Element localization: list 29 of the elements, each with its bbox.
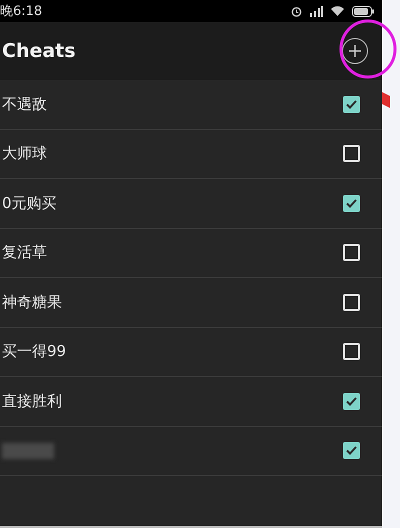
checkbox[interactable] <box>343 442 360 460</box>
cheat-name: 神奇糖果 <box>2 292 62 312</box>
battery-icon <box>352 6 374 16</box>
blurred-label <box>2 442 54 459</box>
cheat-name: 复活草 <box>2 243 47 262</box>
cheat-name: 大师球 <box>2 144 47 164</box>
cheat-name: 0元购买 <box>2 194 57 213</box>
screen-title: Cheats <box>2 40 76 62</box>
checkbox[interactable] <box>343 343 360 360</box>
cheat-name: 买一得99 <box>2 342 66 362</box>
pointer-mark-icon <box>382 92 390 108</box>
checkbox[interactable] <box>343 96 360 113</box>
check-icon <box>346 198 357 208</box>
check-icon <box>346 396 357 406</box>
add-button[interactable] <box>342 38 368 64</box>
checkbox[interactable] <box>343 244 360 262</box>
cheat-name: 不遇敌 <box>2 94 47 114</box>
status-time: 晚6:18 <box>0 3 42 20</box>
check-icon <box>346 446 357 456</box>
checkbox[interactable] <box>343 294 360 311</box>
checkbox[interactable] <box>343 194 360 212</box>
plus-icon <box>348 44 362 58</box>
wifi-icon <box>331 6 344 16</box>
cheat-name: 直接胜利 <box>2 392 62 411</box>
signal-icon <box>310 6 323 16</box>
check-icon <box>346 100 357 109</box>
alarm-icon <box>291 6 302 16</box>
checkbox[interactable] <box>343 145 360 162</box>
checkbox[interactable] <box>343 392 360 410</box>
